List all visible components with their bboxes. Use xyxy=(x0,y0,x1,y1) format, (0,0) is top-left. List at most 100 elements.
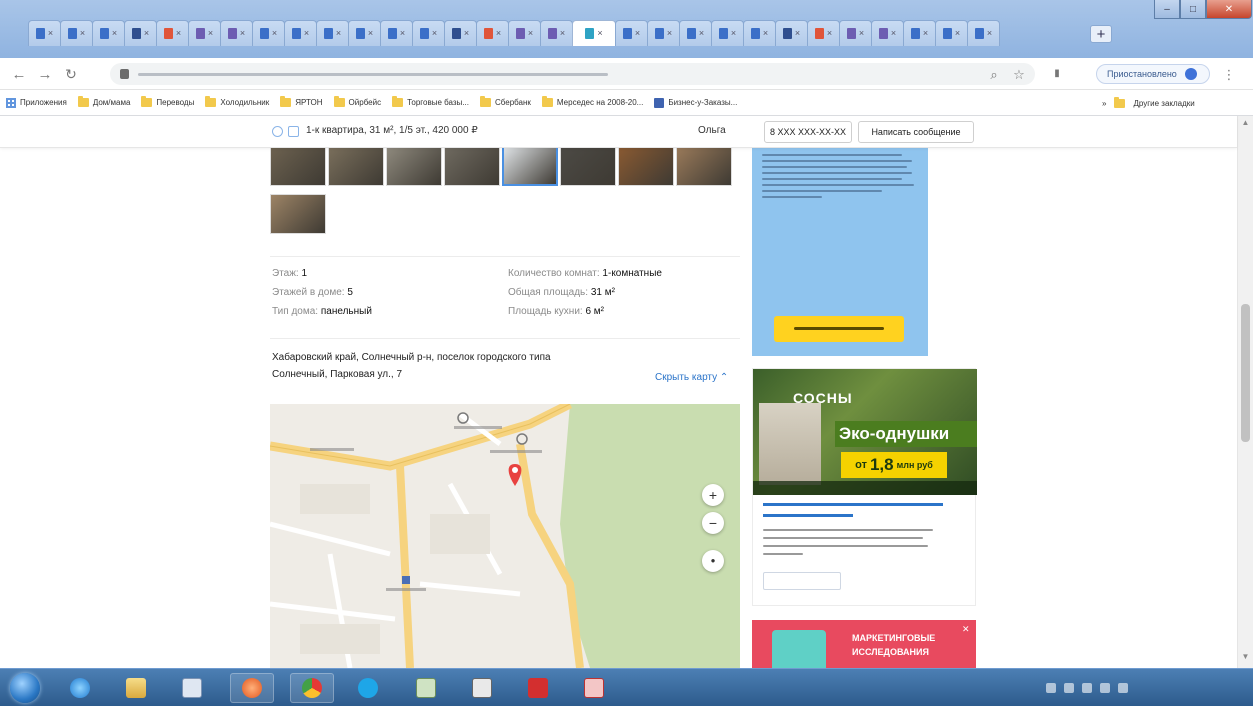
photo-thumbnail[interactable] xyxy=(676,146,732,186)
tab-close-icon[interactable]: × xyxy=(731,29,736,38)
browser-tab[interactable]: × xyxy=(188,20,221,46)
browser-tab[interactable]: × xyxy=(647,20,680,46)
seller-name[interactable]: Ольга xyxy=(698,125,726,136)
browser-tab[interactable]: × xyxy=(508,20,541,46)
ad-cta-button[interactable] xyxy=(774,316,904,342)
scroll-up-arrow-icon[interactable]: ▲ xyxy=(1238,118,1253,130)
back-arrow-icon[interactable]: ← xyxy=(10,65,28,83)
profile-paused-button[interactable]: Приостановлено xyxy=(1096,64,1210,84)
maximize-button[interactable]: □ xyxy=(1180,0,1206,19)
browser-tab[interactable]: × xyxy=(871,20,904,46)
flag-icon[interactable] xyxy=(1100,683,1110,693)
bookmark-item[interactable]: Дом/мама xyxy=(77,96,130,107)
photo-thumbnail[interactable] xyxy=(328,146,384,186)
write-message-button[interactable]: Написать сообщение xyxy=(858,121,974,143)
browser-tab[interactable]: × xyxy=(807,20,840,46)
map-poi-icon[interactable] xyxy=(516,433,528,445)
tab-close-icon[interactable]: × xyxy=(987,29,992,38)
photo-thumbnail[interactable] xyxy=(618,146,674,186)
tab-close-icon[interactable]: × xyxy=(560,29,565,38)
volume-icon[interactable] xyxy=(1118,683,1128,693)
tab-close-icon[interactable]: × xyxy=(635,29,640,38)
bookmark-item[interactable]: Ойрбейс xyxy=(333,96,381,107)
hide-map-link[interactable]: Скрыть карту ⌃ xyxy=(655,372,728,383)
extension-icon[interactable]: ▮ xyxy=(1050,67,1064,81)
photo-thumbnail[interactable] xyxy=(270,146,326,186)
menu-dots-icon[interactable]: ⋮ xyxy=(1222,67,1236,81)
browser-tab[interactable]: × xyxy=(412,20,445,46)
tab-close-icon[interactable]: × xyxy=(176,29,181,38)
browser-tab[interactable]: × xyxy=(775,20,808,46)
tab-close-icon[interactable]: × xyxy=(763,29,768,38)
bookmark-item[interactable]: Бизнес-у-Заказы... xyxy=(654,97,737,108)
ad-marketing[interactable]: МАРКЕТИНГОВЫЕ ИССЛЕДОВАНИЯ ✕ xyxy=(752,620,976,668)
tab-close-icon[interactable]: × xyxy=(336,29,341,38)
browser-tab[interactable]: × xyxy=(124,20,157,46)
bookmark-item[interactable]: Холодильник xyxy=(205,96,269,107)
tab-close-icon[interactable]: × xyxy=(699,29,704,38)
taskbar-app[interactable] xyxy=(460,673,504,703)
photo-thumbnail[interactable] xyxy=(560,146,616,186)
zoom-icon[interactable]: ⌕ xyxy=(987,67,1001,81)
tab-close-icon[interactable]: × xyxy=(272,29,277,38)
browser-tab[interactable]: × xyxy=(903,20,936,46)
start-button[interactable] xyxy=(10,673,40,703)
tab-close-icon[interactable]: × xyxy=(891,29,896,38)
browser-tab[interactable]: × xyxy=(252,20,285,46)
browser-tab[interactable]: × xyxy=(615,20,648,46)
clock[interactable] xyxy=(1146,677,1148,699)
tab-close-icon[interactable]: × xyxy=(955,29,960,38)
taskbar-acrobat[interactable] xyxy=(516,673,560,703)
tab-close-icon[interactable]: × xyxy=(80,29,85,38)
browser-tab[interactable]: × xyxy=(540,20,573,46)
photo-thumbnail[interactable] xyxy=(270,194,326,234)
browser-tab[interactable]: × xyxy=(839,20,872,46)
taskbar-app[interactable] xyxy=(170,673,214,703)
tab-close-icon[interactable]: × xyxy=(400,29,405,38)
tab-close-icon[interactable]: × xyxy=(667,29,672,38)
browser-tab[interactable]: × xyxy=(935,20,968,46)
browser-tab[interactable]: × xyxy=(348,20,381,46)
tab-close-icon[interactable]: × xyxy=(368,29,373,38)
minimize-button[interactable]: – xyxy=(1154,0,1180,19)
scroll-thumb[interactable] xyxy=(1241,304,1250,442)
tab-close-icon[interactable]: × xyxy=(240,29,245,38)
ad-banner-blue[interactable] xyxy=(752,148,928,356)
browser-tab[interactable]: × xyxy=(92,20,125,46)
locate-me-button[interactable]: ● xyxy=(702,550,724,572)
bookmark-item[interactable]: Мерседес на 2008-20... xyxy=(541,96,643,107)
tab-close-icon[interactable]: × xyxy=(144,29,149,38)
browser-tab[interactable]: × xyxy=(711,20,744,46)
show-phone-button[interactable]: 8 XXX XXX-XX-XX xyxy=(764,121,852,143)
reload-icon[interactable]: ↻ xyxy=(62,65,80,83)
scroll-down-arrow-icon[interactable]: ▼ xyxy=(1238,652,1253,664)
ad-more-button[interactable] xyxy=(763,572,841,590)
browser-tab[interactable]: × xyxy=(156,20,189,46)
tab-close-icon[interactable]: × xyxy=(304,29,309,38)
forward-arrow-icon[interactable]: → xyxy=(36,65,54,83)
browser-tab[interactable]: × xyxy=(60,20,93,46)
address-bar[interactable] xyxy=(110,63,1035,85)
bookmarks-overflow-chevron-icon[interactable]: » xyxy=(1102,99,1106,108)
ad-sosny[interactable]: СОСНЫ Эко-однушки от 1,8 млн руб xyxy=(752,368,977,606)
browser-tab[interactable]: × xyxy=(284,20,317,46)
tab-close-icon[interactable]: × xyxy=(859,29,864,38)
new-tab-button[interactable]: + xyxy=(1090,25,1112,43)
tab-close-icon[interactable]: × xyxy=(795,29,800,38)
browser-tab[interactable]: × xyxy=(444,20,477,46)
star-icon[interactable]: ☆ xyxy=(1012,67,1026,81)
bookmark-item[interactable]: ЯРТОН xyxy=(280,96,323,107)
zoom-out-button[interactable]: − xyxy=(702,512,724,534)
close-window-button[interactable]: ✕ xyxy=(1206,0,1252,19)
ad-title-link[interactable] xyxy=(763,503,943,506)
taskbar-explorer[interactable] xyxy=(114,673,158,703)
browser-tab[interactable]: × xyxy=(316,20,349,46)
bookmark-item[interactable]: Сбербанк xyxy=(479,96,531,107)
tab-close-icon[interactable]: × xyxy=(112,29,117,38)
browser-tab[interactable]: × xyxy=(572,20,616,46)
bookmark-item[interactable]: Приложения xyxy=(6,97,67,108)
compare-icon[interactable] xyxy=(288,126,299,137)
browser-tab[interactable]: × xyxy=(476,20,509,46)
taskbar-app-open[interactable] xyxy=(230,673,274,703)
tab-close-icon[interactable]: × xyxy=(464,29,469,38)
